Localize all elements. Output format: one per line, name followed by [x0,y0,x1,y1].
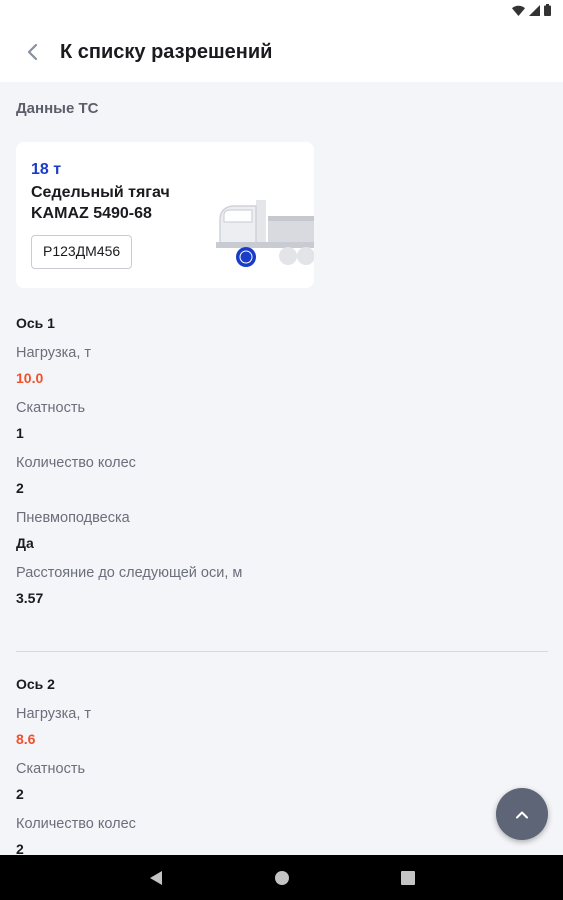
nav-home-button[interactable] [267,863,297,893]
wheels-value: 2 [16,480,24,496]
load-label: Нагрузка, т [16,706,92,722]
app-bar: К списку разрешений [0,22,563,82]
content[interactable]: Данные ТС 18 т Седельный тягач KAMAZ 549… [0,82,563,855]
axle-title: Ось 1 [16,315,55,331]
circle-home-icon [274,870,289,885]
chevron-up-icon [516,811,528,818]
status-bar [0,0,563,22]
divider [16,651,548,652]
tires-value: 2 [16,786,24,802]
tires-value: 1 [16,425,24,441]
load-value: 8.6 [16,731,36,747]
license-plate: Р123ДМ456 [31,235,133,269]
vehicle-card: 18 т Седельный тягач KAMAZ 5490-68 Р123Д… [16,142,314,288]
distance-label: Расстояние до следующей оси, м [16,565,243,581]
page-title: К списку разрешений [60,40,273,63]
vehicle-model: KAMAZ 5490-68 [31,205,152,222]
triangle-back-icon [149,870,162,885]
nav-back-button[interactable] [141,863,171,893]
axle-section: Ось 2 Нагрузка, т 8.6 Скатность 2 Количе… [16,676,548,855]
square-recents-icon [400,870,415,885]
wifi-icon [512,5,525,16]
tires-label: Скатность [16,761,86,777]
scroll-to-top-button[interactable] [496,788,548,840]
chevron-left-icon [27,43,38,61]
truck-icon [216,200,314,267]
section-title: Данные ТС [16,100,99,117]
vehicle-weight: 18 т [31,161,62,178]
wheels-label: Количество колес [16,455,136,471]
signal-icon [529,4,540,16]
axle-section: Ось 1 Нагрузка, т 10.0 Скатность 1 Колич… [16,315,548,606]
vehicle-name: Седельный тягач KAMAZ 5490-68 [31,182,211,224]
distance-value: 3.57 [16,590,44,606]
wheels-value: 2 [16,841,24,855]
tires-label: Скатность [16,400,86,416]
nav-recents-button[interactable] [393,863,423,893]
axle-title: Ось 2 [16,676,55,692]
battery-icon [544,4,551,16]
wheels-label: Количество колес [16,816,136,832]
load-value: 10.0 [16,370,44,386]
load-label: Нагрузка, т [16,345,92,361]
suspension-value: Да [16,535,34,551]
back-button[interactable] [12,32,52,72]
vehicle-type: Седельный тягач [31,184,170,201]
system-nav-bar [0,855,563,900]
suspension-label: Пневмоподвеска [16,510,130,526]
